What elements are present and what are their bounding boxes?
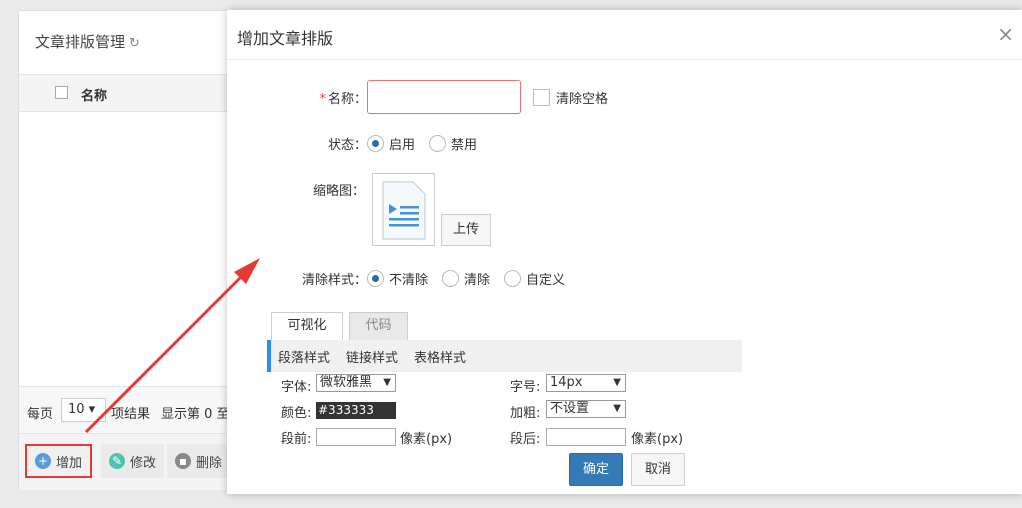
radio-clear[interactable] (442, 270, 460, 287)
radio-no-clear[interactable] (367, 270, 384, 287)
per-page-select[interactable]: 10 ▾ (61, 398, 106, 422)
trim-spaces-label: 清除空格 (556, 91, 609, 107)
edit-icon: ✎ (109, 453, 125, 469)
clear-style-label: 清除样式： (301, 273, 367, 288)
bold-label: 加粗: (510, 406, 541, 421)
size-label: 字号: (510, 380, 541, 395)
document-icon (382, 181, 426, 240)
tab-visual[interactable]: 可视化 (271, 312, 343, 340)
space-before-input[interactable] (316, 428, 396, 446)
background-panel: 文章排版管理 ↻ 名称 每页 10 ▾ 项结果 显示第 0 至 + 增加 ✎ 修改… (18, 10, 248, 490)
close-icon[interactable]: × (997, 22, 1014, 46)
status-label: 状态： (327, 138, 367, 153)
result-text: 项结果 (111, 407, 151, 422)
clear-option-none[interactable]: 不清除 (367, 269, 428, 288)
clear-option-custom[interactable]: 自定义 (504, 269, 565, 288)
cancel-button[interactable]: 取消 (631, 453, 685, 486)
column-name-header: 名称 (81, 89, 108, 104)
showing-text: 显示第 0 至 (161, 407, 230, 422)
color-label: 颜色: (281, 406, 312, 421)
name-input[interactable] (367, 80, 521, 114)
tab-code[interactable]: 代码 (349, 312, 408, 340)
space-after-label: 段后: (510, 432, 541, 447)
clear-style-row: 清除样式： 不清除 清除 自定义 (297, 269, 579, 288)
space-before-label: 段前: (281, 432, 312, 447)
delete-icon: ▪ (175, 453, 191, 469)
dialog-title: 增加文章排版 (237, 29, 334, 48)
delete-button[interactable]: ▪ 删除 (167, 444, 231, 478)
status-option-enabled[interactable]: 启用 (367, 134, 415, 153)
dialog-header: 增加文章排版 × (227, 10, 1022, 60)
pager: 每页 10 ▾ 项结果 显示第 0 至 (19, 386, 247, 434)
upload-button[interactable]: 上传 (441, 214, 491, 246)
select-all-checkbox[interactable] (55, 86, 68, 99)
style-tabs-bar: 段落样式 链接样式 表格样式 (267, 340, 742, 372)
name-label: 名称： (327, 91, 367, 107)
color-input[interactable]: #333333 (316, 402, 396, 419)
confirm-button[interactable]: 确定 (569, 453, 623, 486)
add-icon: + (35, 453, 51, 469)
toolbar: + 增加 ✎ 修改 ▪ 删除 (19, 434, 247, 490)
thumbnail-preview[interactable] (372, 173, 435, 246)
table-header: 名称 (19, 74, 247, 112)
add-layout-dialog: 增加文章排版 × * 名称： 清除空格 状态： 启用 禁用 缩略图： 上传 清除… (227, 10, 1022, 494)
status-option-disabled[interactable]: 禁用 (429, 134, 477, 153)
per-page-label: 每页 (27, 407, 54, 422)
status-row: 状态： 启用 禁用 (317, 134, 491, 153)
tab-paragraph-style[interactable]: 段落样式 (278, 347, 330, 366)
add-button[interactable]: + 增加 (25, 444, 93, 478)
font-select[interactable]: 微软雅黑 ▼ (316, 374, 396, 392)
bold-select[interactable]: 不设置 ▼ (546, 400, 626, 418)
radio-custom[interactable] (504, 270, 522, 287)
space-after-unit: 像素(px) (631, 432, 684, 447)
space-before-unit: 像素(px) (400, 432, 453, 447)
trim-spaces-checkbox[interactable] (533, 88, 550, 106)
space-after-input[interactable] (546, 428, 626, 446)
font-label: 字体: (281, 380, 312, 395)
page-title: 文章排版管理 ↻ (35, 33, 140, 51)
tab-link-style[interactable]: 链接样式 (346, 347, 398, 366)
radio-disabled[interactable] (429, 135, 447, 152)
required-mark: * (319, 91, 326, 107)
thumbnail-label: 缩略图： (313, 184, 366, 199)
edit-button[interactable]: ✎ 修改 (101, 444, 165, 478)
radio-enabled[interactable] (367, 135, 384, 152)
refresh-icon[interactable]: ↻ (129, 36, 140, 51)
size-select[interactable]: 14px ▼ (546, 374, 626, 392)
name-row: * 名称： 清除空格 (317, 80, 608, 114)
clear-option-clear[interactable]: 清除 (442, 269, 490, 288)
tab-table-style[interactable]: 表格样式 (414, 347, 466, 366)
